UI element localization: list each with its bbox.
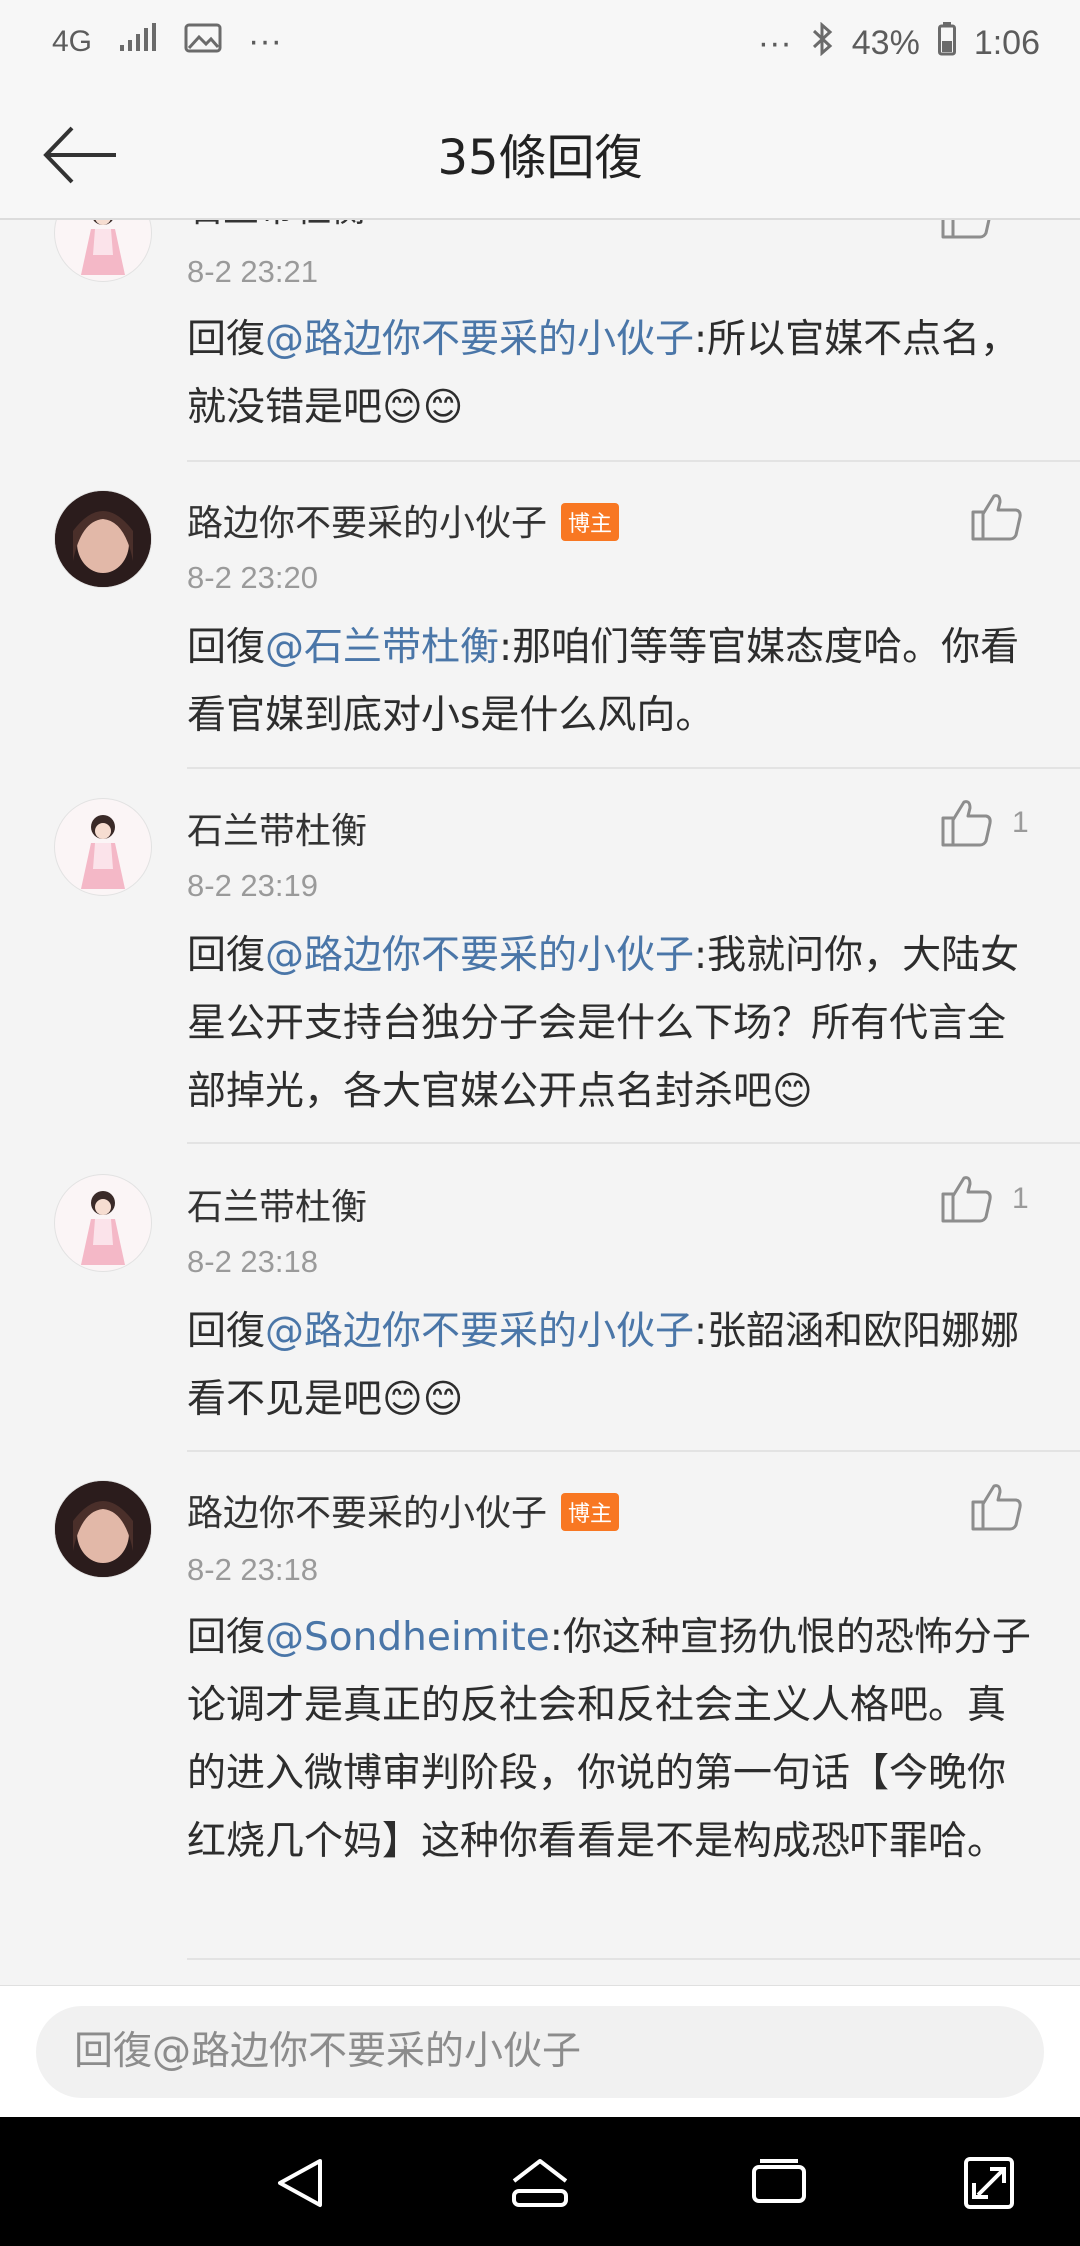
notifications-more: ··· bbox=[248, 22, 282, 60]
bluetooth-icon bbox=[810, 21, 834, 64]
comment-author[interactable]: 路边你不要采的小伙子 博主 bbox=[187, 1484, 620, 1536]
clock: 1:06 bbox=[973, 23, 1040, 62]
system-nav-bar bbox=[0, 2117, 1080, 2246]
comment-body: 回復@路边你不要采的小伙子:张韶涵和欧阳娜娜看不见是吧😊😊 bbox=[187, 1298, 1037, 1434]
page-title: 35條回復 bbox=[437, 130, 643, 186]
mention-link[interactable]: @路边你不要采的小伙子 bbox=[265, 933, 694, 978]
comment-body: 回復@Sondheimite:你这种宣扬仇恨的恐怖分子论调才是真正的反社会和反社… bbox=[187, 1604, 1037, 1876]
avatar[interactable] bbox=[54, 1480, 152, 1578]
comment-body: 回復@石兰带杜衡:那咱们等等官媒态度哈。你看看官媒到底对小s是什么风向。 bbox=[187, 614, 1037, 750]
comment-body: 回復@路边你不要采的小伙子:所以官媒不点名，就没错是吧😊😊 bbox=[187, 306, 1037, 442]
thumbs-up-icon bbox=[971, 1484, 1022, 1531]
comment-author[interactable]: 石兰带杜衡 bbox=[187, 802, 367, 854]
like-button[interactable] bbox=[940, 1174, 994, 1224]
avatar[interactable] bbox=[54, 798, 152, 896]
thumbs-up-icon bbox=[941, 800, 992, 847]
mention-link[interactable]: @路边你不要采的小伙子 bbox=[265, 1309, 694, 1354]
mention-link[interactable]: @Sondheimite bbox=[265, 1615, 550, 1660]
thumbs-up-icon bbox=[971, 494, 1022, 541]
nav-home-button[interactable] bbox=[508, 2153, 572, 2213]
nav-screen-adjust-button[interactable] bbox=[958, 2153, 1022, 2213]
reply-prefix: 回復 bbox=[187, 933, 266, 978]
comment-time: 8-2 23:18 bbox=[187, 1244, 318, 1279]
like-count: 1 bbox=[1012, 806, 1029, 839]
divider bbox=[187, 460, 1080, 462]
reply-bar: 回復@路边你不要采的小伙子 bbox=[0, 1985, 1080, 2118]
home-icon bbox=[512, 2159, 568, 2207]
battery-percent: 43% bbox=[851, 23, 920, 62]
divider bbox=[187, 1450, 1080, 1452]
status-more: ··· bbox=[757, 23, 792, 62]
divider bbox=[187, 1958, 1080, 1960]
reply-prefix: 回復 bbox=[187, 625, 266, 670]
nav-recents-button[interactable] bbox=[748, 2153, 812, 2213]
signal-icon bbox=[118, 22, 158, 61]
recents-icon bbox=[752, 2159, 806, 2203]
thumbs-up-icon bbox=[941, 1176, 992, 1223]
divider bbox=[187, 767, 1080, 769]
like-count: 1 bbox=[1012, 1182, 1029, 1215]
like-button[interactable] bbox=[940, 798, 994, 848]
avatar[interactable] bbox=[54, 490, 152, 588]
status-bar: 4G ··· ··· 43% 1:06 bbox=[0, 0, 1080, 90]
network-indicator: 4G bbox=[52, 24, 93, 58]
avatar[interactable] bbox=[54, 1174, 152, 1272]
expand-icon bbox=[964, 2157, 1014, 2209]
author-badge: 博主 bbox=[561, 1493, 620, 1531]
nav-back-button[interactable] bbox=[270, 2153, 334, 2213]
comment-author[interactable]: 路边你不要采的小伙子 博主 bbox=[187, 494, 620, 546]
author-badge: 博主 bbox=[561, 503, 620, 541]
mention-link[interactable]: @路边你不要采的小伙子 bbox=[265, 317, 694, 362]
comment-time: 8-2 23:21 bbox=[187, 254, 318, 289]
reply-prefix: 回復 bbox=[187, 317, 266, 362]
title-bar: 35條回復 bbox=[0, 90, 1080, 220]
comment-time: 8-2 23:20 bbox=[187, 560, 318, 595]
reply-input[interactable]: 回復@路边你不要采的小伙子 bbox=[36, 2006, 1044, 2098]
reply-prefix: 回復 bbox=[187, 1309, 266, 1354]
gallery-icon bbox=[184, 22, 222, 61]
like-button[interactable] bbox=[970, 1482, 1024, 1532]
mention-link[interactable]: @石兰带杜衡 bbox=[265, 625, 499, 670]
battery-icon bbox=[937, 22, 956, 64]
comment-time: 8-2 23:19 bbox=[187, 868, 318, 903]
comment-author[interactable]: 石兰带杜衡 bbox=[187, 1178, 367, 1230]
reply-prefix: 回復 bbox=[187, 1615, 266, 1660]
comment-time: 8-2 23:18 bbox=[187, 1552, 318, 1587]
comment-body: 回復@路边你不要采的小伙子:我就问你，大陆女星公开支持台独分子会是什么下场？所有… bbox=[187, 922, 1037, 1126]
back-triangle-icon bbox=[278, 2159, 322, 2207]
like-button[interactable] bbox=[970, 492, 1024, 542]
divider bbox=[187, 1142, 1080, 1144]
